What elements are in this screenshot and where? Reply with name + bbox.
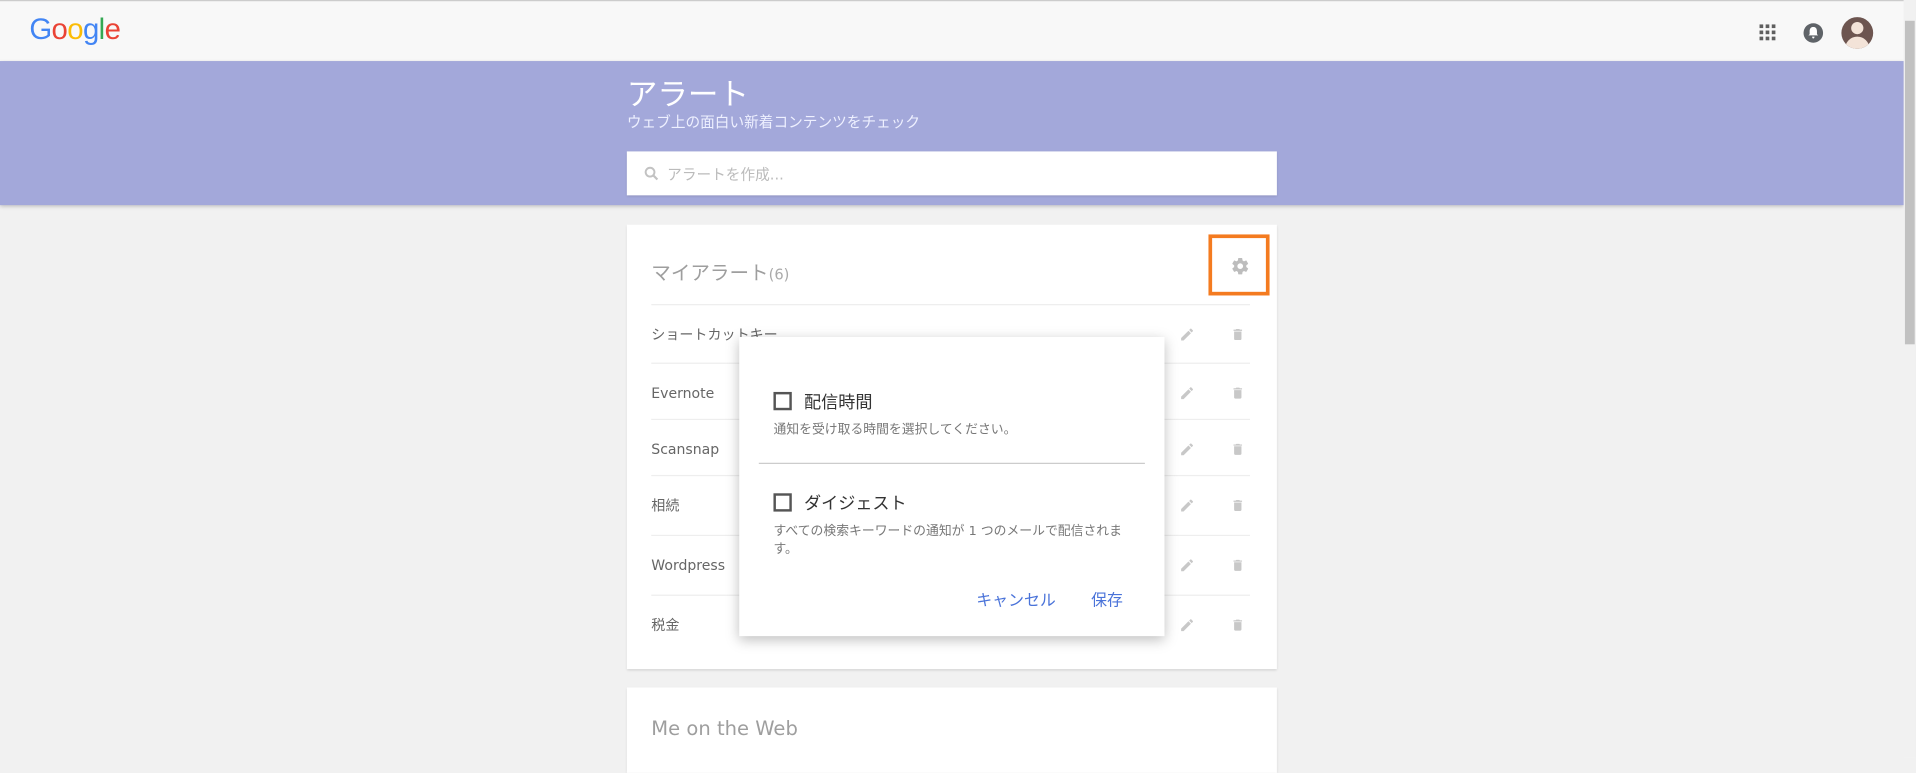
- scrollbar[interactable]: [1903, 0, 1916, 758]
- trash-icon[interactable]: [1230, 498, 1245, 514]
- logo-letter: o: [51, 13, 68, 47]
- my-alerts-title: マイアラート(6): [651, 256, 789, 285]
- google-logo[interactable]: Google: [29, 13, 121, 47]
- edit-icon[interactable]: [1179, 327, 1195, 343]
- notification-bell-icon[interactable]: [1803, 23, 1824, 43]
- logo-letter: G: [29, 13, 52, 47]
- alert-label: 税金: [651, 616, 680, 634]
- page-title: アラート: [626, 76, 750, 113]
- digest-label[interactable]: ダイジェスト: [804, 491, 907, 515]
- edit-icon[interactable]: [1179, 617, 1195, 633]
- dialog-divider: [758, 462, 1145, 464]
- save-button[interactable]: 保存: [1091, 587, 1123, 610]
- edit-icon[interactable]: [1179, 557, 1195, 573]
- delivery-time-label[interactable]: 配信時間: [804, 389, 872, 413]
- alert-label: Evernote: [651, 384, 715, 402]
- alert-settings-dialog: 配信時間 通知を受け取る時間を選択してください。 ダイジェスト すべての検索キー…: [739, 336, 1165, 637]
- delivery-time-description: 通知を受け取る時間を選択してください。: [773, 422, 1017, 438]
- me-on-web-title: Me on the Web: [651, 716, 798, 740]
- logo-letter: g: [82, 13, 99, 47]
- alert-count: (6): [768, 266, 790, 284]
- my-alerts-title-text: マイアラート: [651, 261, 769, 285]
- page-subtitle: ウェブ上の面白い新着コンテンツをチェック: [626, 113, 921, 131]
- settings-gear-button[interactable]: [1208, 234, 1270, 296]
- logo-letter: o: [67, 13, 83, 47]
- avatar[interactable]: [1841, 17, 1874, 49]
- create-alert-input[interactable]: [664, 151, 1257, 198]
- edit-icon[interactable]: [1179, 498, 1195, 514]
- logo-letter: e: [104, 13, 121, 47]
- alert-label: Scansnap: [651, 440, 720, 458]
- edit-icon[interactable]: [1179, 441, 1195, 457]
- trash-icon[interactable]: [1230, 327, 1245, 343]
- scroll-thumb[interactable]: [1904, 20, 1915, 345]
- trash-icon[interactable]: [1230, 617, 1245, 633]
- search-icon: [644, 166, 659, 181]
- gear-icon: [1232, 258, 1249, 275]
- create-alert-search[interactable]: [626, 151, 1277, 198]
- digest-description: すべての検索キーワードの通知が 1 つのメールで配信されます。: [773, 523, 1122, 557]
- alerts-banner: アラート ウェブ上の面白い新着コンテンツをチェック: [0, 61, 1904, 206]
- digest-checkbox[interactable]: [773, 493, 792, 512]
- trash-icon[interactable]: [1230, 557, 1245, 573]
- alert-label: 相続: [651, 496, 680, 515]
- delivery-time-checkbox[interactable]: [773, 391, 792, 411]
- edit-icon[interactable]: [1179, 385, 1195, 401]
- cancel-button[interactable]: キャンセル: [976, 587, 1055, 610]
- alerts-page: Google アラート ウェブ上の面白い新着コンテンツをチェック マイアラート(…: [0, 0, 1916, 773]
- apps-icon[interactable]: [1759, 24, 1777, 41]
- trash-icon[interactable]: [1230, 385, 1245, 401]
- me-on-web-card: Me on the Web: [626, 687, 1277, 773]
- alert-label: Wordpress プ: [651, 556, 754, 574]
- top-bar: Google: [0, 0, 1904, 63]
- trash-icon[interactable]: [1230, 441, 1245, 457]
